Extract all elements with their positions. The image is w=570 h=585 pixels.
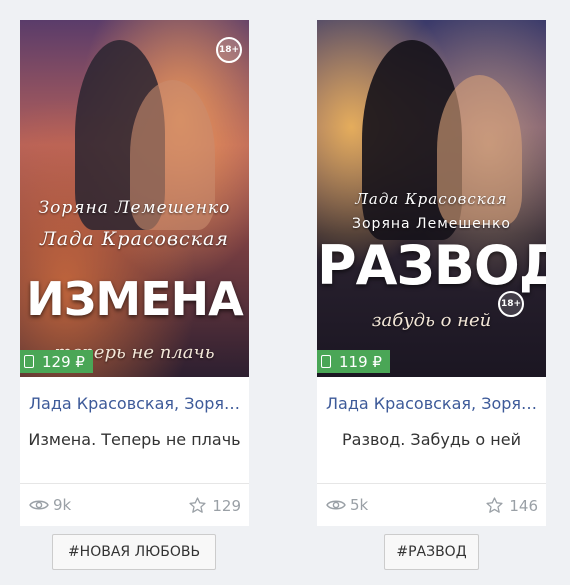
- book-cover[interactable]: Лада Красовская Зоряна Лемешенко РАЗВОД …: [317, 20, 546, 377]
- card-divider: [317, 483, 546, 484]
- price-value: 129 ₽: [42, 352, 85, 371]
- views-value: 9k: [53, 496, 72, 514]
- views-count: 9k: [29, 496, 71, 514]
- book-title-link[interactable]: Развод. Забудь о ней: [317, 430, 546, 449]
- eye-icon: [29, 500, 49, 510]
- price-value: 119 ₽: [339, 352, 382, 371]
- age-rating-badge: 18+: [498, 291, 524, 317]
- book-card[interactable]: Лада Красовская Зоряна Лемешенко РАЗВОД …: [317, 20, 546, 526]
- cover-title: РАЗВОД: [317, 234, 546, 297]
- star-icon: [189, 497, 206, 513]
- likes-button[interactable]: 146: [485, 496, 538, 515]
- star-icon: [486, 497, 503, 513]
- eye-icon: [326, 500, 346, 510]
- price-badge: 119 ₽: [317, 350, 390, 373]
- age-rating-badge: 18+: [216, 37, 242, 63]
- cover-author-script: Зоряна Лемешенко: [352, 216, 511, 232]
- genre-tag[interactable]: #РАЗВОД: [384, 534, 479, 570]
- book-icon: [321, 355, 331, 368]
- likes-value: 146: [509, 496, 538, 515]
- views-count: 5k: [326, 496, 368, 514]
- genre-tag[interactable]: #НОВАЯ ЛЮБОВЬ: [52, 534, 216, 570]
- cover-author-script: Лада Красовская: [355, 190, 508, 208]
- cover-author-script: Лада Красовская: [40, 228, 229, 250]
- cover-author-script: Зоряна Лемешенко: [38, 198, 231, 218]
- cover-title: ИЗМЕНА: [26, 272, 243, 326]
- book-icon: [24, 355, 34, 368]
- book-author-link[interactable]: Лада Красовская, Зоряна Лемешенко: [326, 394, 538, 413]
- price-badge: 129 ₽: [20, 350, 93, 373]
- likes-value: 129: [212, 496, 241, 515]
- likes-button[interactable]: 129: [188, 496, 241, 515]
- book-title-link[interactable]: Измена. Теперь не плачь: [20, 430, 249, 449]
- book-author-link[interactable]: Лада Красовская, Зоряна Лемешенко: [29, 394, 241, 413]
- card-divider: [20, 483, 249, 484]
- views-value: 5k: [350, 496, 369, 514]
- book-card[interactable]: 18+ Зоряна Лемешенко Лада Красовская ИЗМ…: [20, 20, 249, 526]
- book-cover[interactable]: 18+ Зоряна Лемешенко Лада Красовская ИЗМ…: [20, 20, 249, 377]
